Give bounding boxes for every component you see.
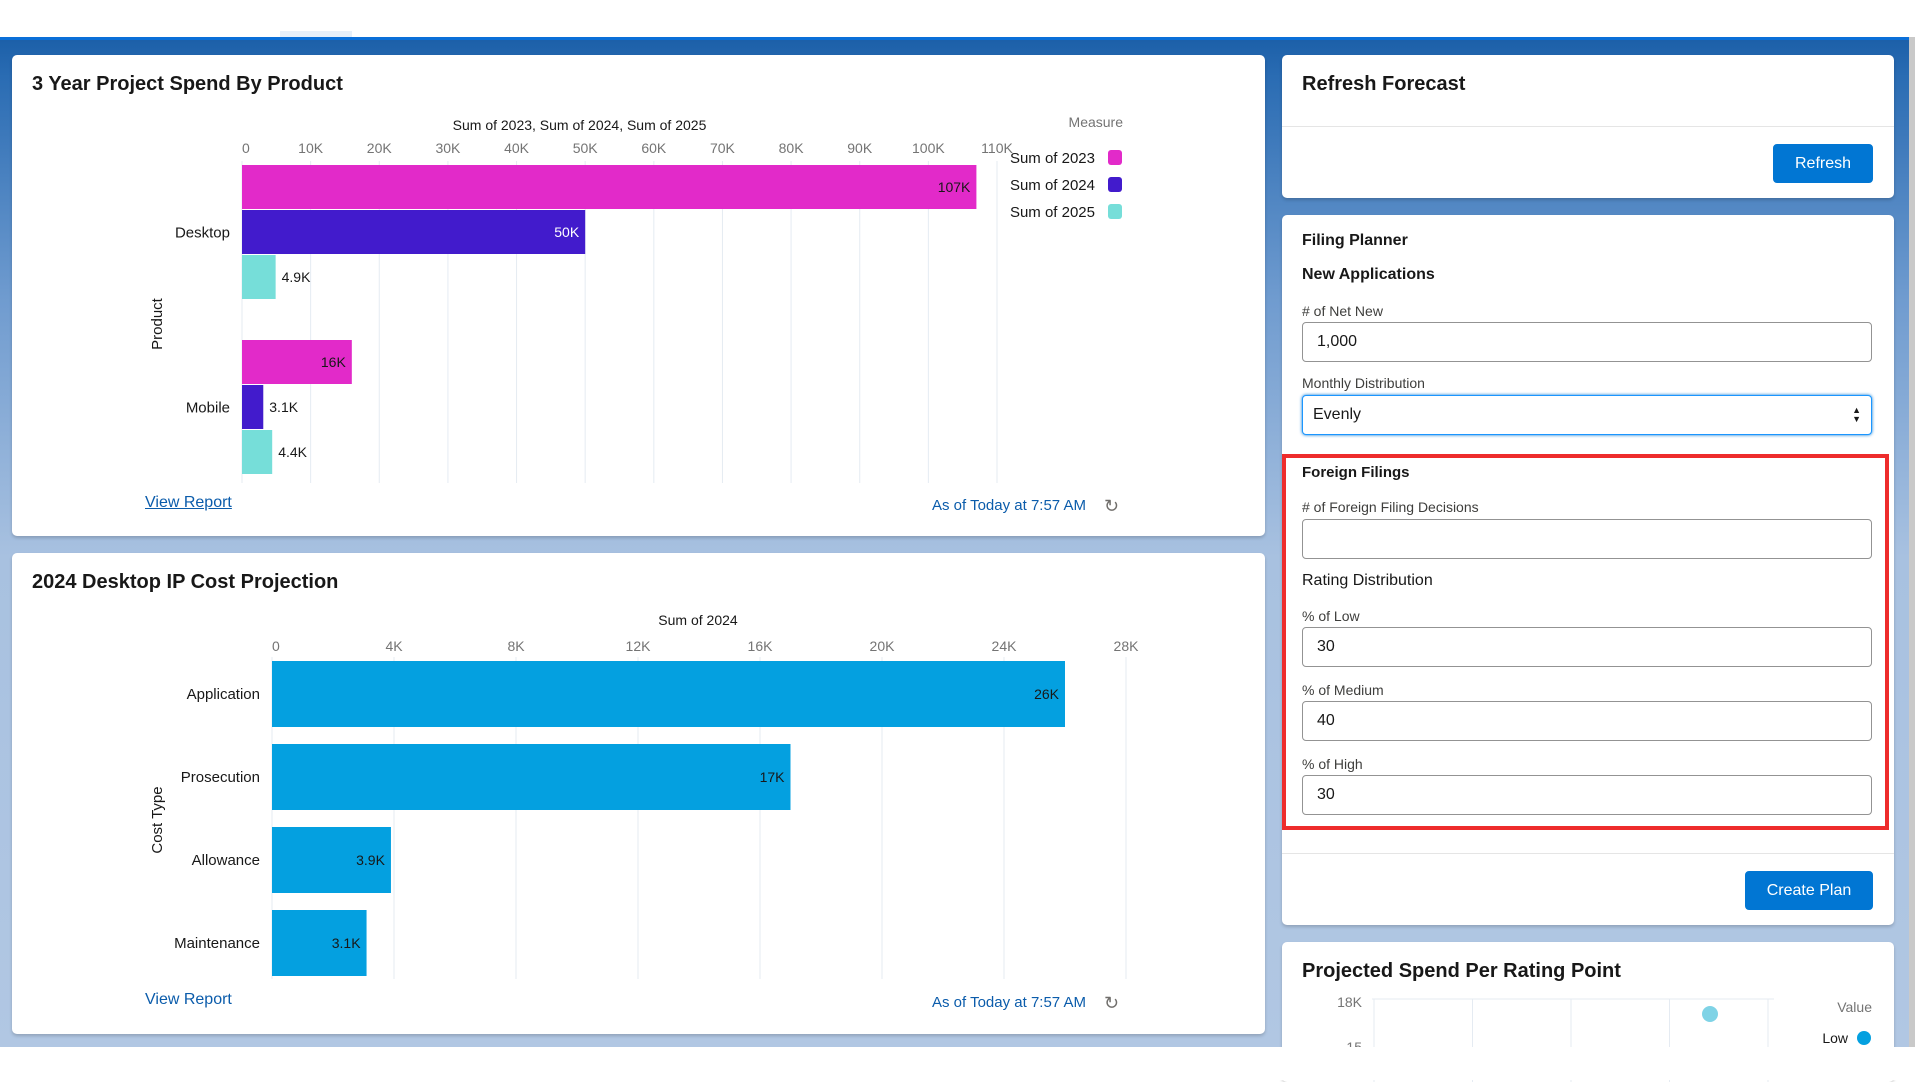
x-tick-label: 50K [573, 140, 599, 156]
bar [242, 210, 586, 254]
x-tick-label: 80K [779, 140, 805, 156]
net-new-input[interactable] [1302, 322, 1872, 362]
category-label: Application [187, 686, 260, 703]
legend-swatch [1108, 150, 1122, 165]
category-label: Maintenance [174, 935, 260, 952]
filing-planner-title: Filing Planner [1302, 232, 1408, 249]
x-tick-label: 20K [367, 140, 393, 156]
y-tick-label: 18K [1337, 994, 1363, 1010]
high-percent-label: % of High [1302, 756, 1363, 772]
legend-swatch [1857, 1031, 1871, 1045]
medium-percent-label: % of Medium [1302, 682, 1384, 698]
monthly-distribution-value: Evenly [1313, 406, 1362, 423]
legend-swatch [1108, 177, 1122, 192]
category-label: Allowance [192, 852, 260, 869]
rating-distribution-label: Rating Distribution [1302, 572, 1433, 589]
spend-by-product-card: 3 Year Project Spend By Product Sum of 2… [12, 55, 1265, 536]
x-tick-label: 12K [626, 638, 652, 654]
x-tick-label: 28K [1114, 638, 1140, 654]
data-label: 3.1K [269, 399, 298, 415]
monthly-distribution-select[interactable]: Evenly ▲ ▼ [1302, 395, 1872, 435]
x-tick-label: 8K [507, 638, 525, 654]
select-arrows-icon: ▲ ▼ [1852, 405, 1861, 424]
view-report-link[interactable]: View Report [145, 494, 232, 512]
view-report-link[interactable]: View Report [145, 991, 232, 1009]
desktop-cost-card: 2024 Desktop IP Cost Projection Sum of 2… [12, 553, 1265, 1034]
card-divider [1282, 126, 1894, 127]
data-label: 4.4K [278, 444, 307, 460]
x-axis-title: Sum of 2023, Sum of 2024, Sum of 2025 [453, 117, 707, 133]
data-label: 3.1K [332, 935, 361, 951]
medium-percent-input[interactable] [1302, 701, 1872, 741]
data-label: 16K [321, 354, 347, 370]
low-percent-label: % of Low [1302, 608, 1360, 624]
x-tick-label: 90K [847, 140, 873, 156]
legend-title: Value [1837, 999, 1872, 1015]
refresh-button[interactable]: Refresh [1773, 144, 1873, 183]
category-label: Desktop [175, 225, 230, 242]
foreign-decisions-label: # of Foreign Filing Decisions [1302, 499, 1479, 515]
timestamp-text: As of Today at 7:57 AM [932, 497, 1086, 514]
data-label: 107K [938, 179, 971, 195]
category-label: Prosecution [181, 769, 260, 786]
new-applications-heading: New Applications [1302, 266, 1435, 283]
legend-label: Low [1822, 1030, 1849, 1046]
x-tick-label: 30K [435, 140, 461, 156]
legend-label: Sum of 2024 [1010, 177, 1095, 194]
net-new-label: # of Net New [1302, 303, 1383, 319]
filing-planner-card: Filing Planner New Applications # of Net… [1282, 215, 1894, 925]
x-tick-label: 10K [298, 140, 324, 156]
x-tick-label: 100K [912, 140, 945, 156]
monthly-distribution-label: Monthly Distribution [1302, 375, 1425, 391]
data-label: 3.9K [356, 852, 385, 868]
refresh-icon[interactable]: ↻ [1104, 497, 1122, 515]
x-tick-label: 16K [748, 638, 774, 654]
legend-label: Sum of 2023 [1010, 150, 1095, 167]
legend-swatch [1108, 204, 1122, 219]
spend-by-product-chart: Sum of 2023, Sum of 2024, Sum of 2025 0 10… [149, 114, 1124, 483]
bar [242, 430, 273, 474]
desktop-cost-chart: Sum of 2024 0 4K 8K 12K 16K 20K 24K 28K 26K Applic… [149, 612, 1140, 979]
x-tick-label: 40K [504, 140, 530, 156]
bar [272, 744, 791, 810]
bar [242, 165, 977, 209]
page-bottom-white [0, 1047, 1920, 1080]
foreign-filings-heading: Foreign Filings [1302, 464, 1410, 481]
card-divider [1282, 853, 1894, 854]
x-tick-label: 20K [870, 638, 896, 654]
foreign-decisions-input[interactable] [1302, 519, 1872, 559]
refresh-forecast-title: Refresh Forecast [1302, 73, 1466, 95]
high-percent-input[interactable] [1302, 775, 1872, 815]
refresh-forecast-card: Refresh Forecast Refresh [1282, 55, 1894, 198]
y-axis-title: Product [149, 297, 166, 350]
refresh-icon[interactable]: ↻ [1104, 994, 1122, 1012]
x-axis-title: Sum of 2024 [658, 612, 738, 628]
data-label: 4.9K [282, 269, 311, 285]
x-tick-label: 24K [992, 638, 1018, 654]
legend-label: Sum of 2025 [1010, 204, 1095, 221]
category-label: Mobile [186, 400, 230, 417]
header-accent-line [0, 37, 1909, 40]
x-tick-label: 4K [385, 638, 403, 654]
legend-title: Measure [1069, 114, 1124, 130]
x-tick-label: 70K [710, 140, 736, 156]
x-tick-label: 60K [641, 140, 667, 156]
low-percent-input[interactable] [1302, 627, 1872, 667]
timestamp-text: As of Today at 7:57 AM [932, 994, 1086, 1011]
bar [242, 255, 276, 299]
y-axis-title: Cost Type [149, 786, 166, 853]
data-point [1702, 1006, 1718, 1022]
x-tick-label: 110K [981, 140, 1013, 156]
bar [242, 385, 264, 429]
x-tick-label: 0 [272, 638, 280, 654]
create-plan-button[interactable]: Create Plan [1745, 871, 1873, 910]
scrollbar[interactable] [1909, 37, 1915, 1047]
bar [272, 661, 1065, 727]
data-label: 17K [760, 769, 786, 785]
data-label: 26K [1034, 686, 1060, 702]
data-label: 50K [554, 224, 580, 240]
x-tick-label: 0 [242, 140, 250, 156]
